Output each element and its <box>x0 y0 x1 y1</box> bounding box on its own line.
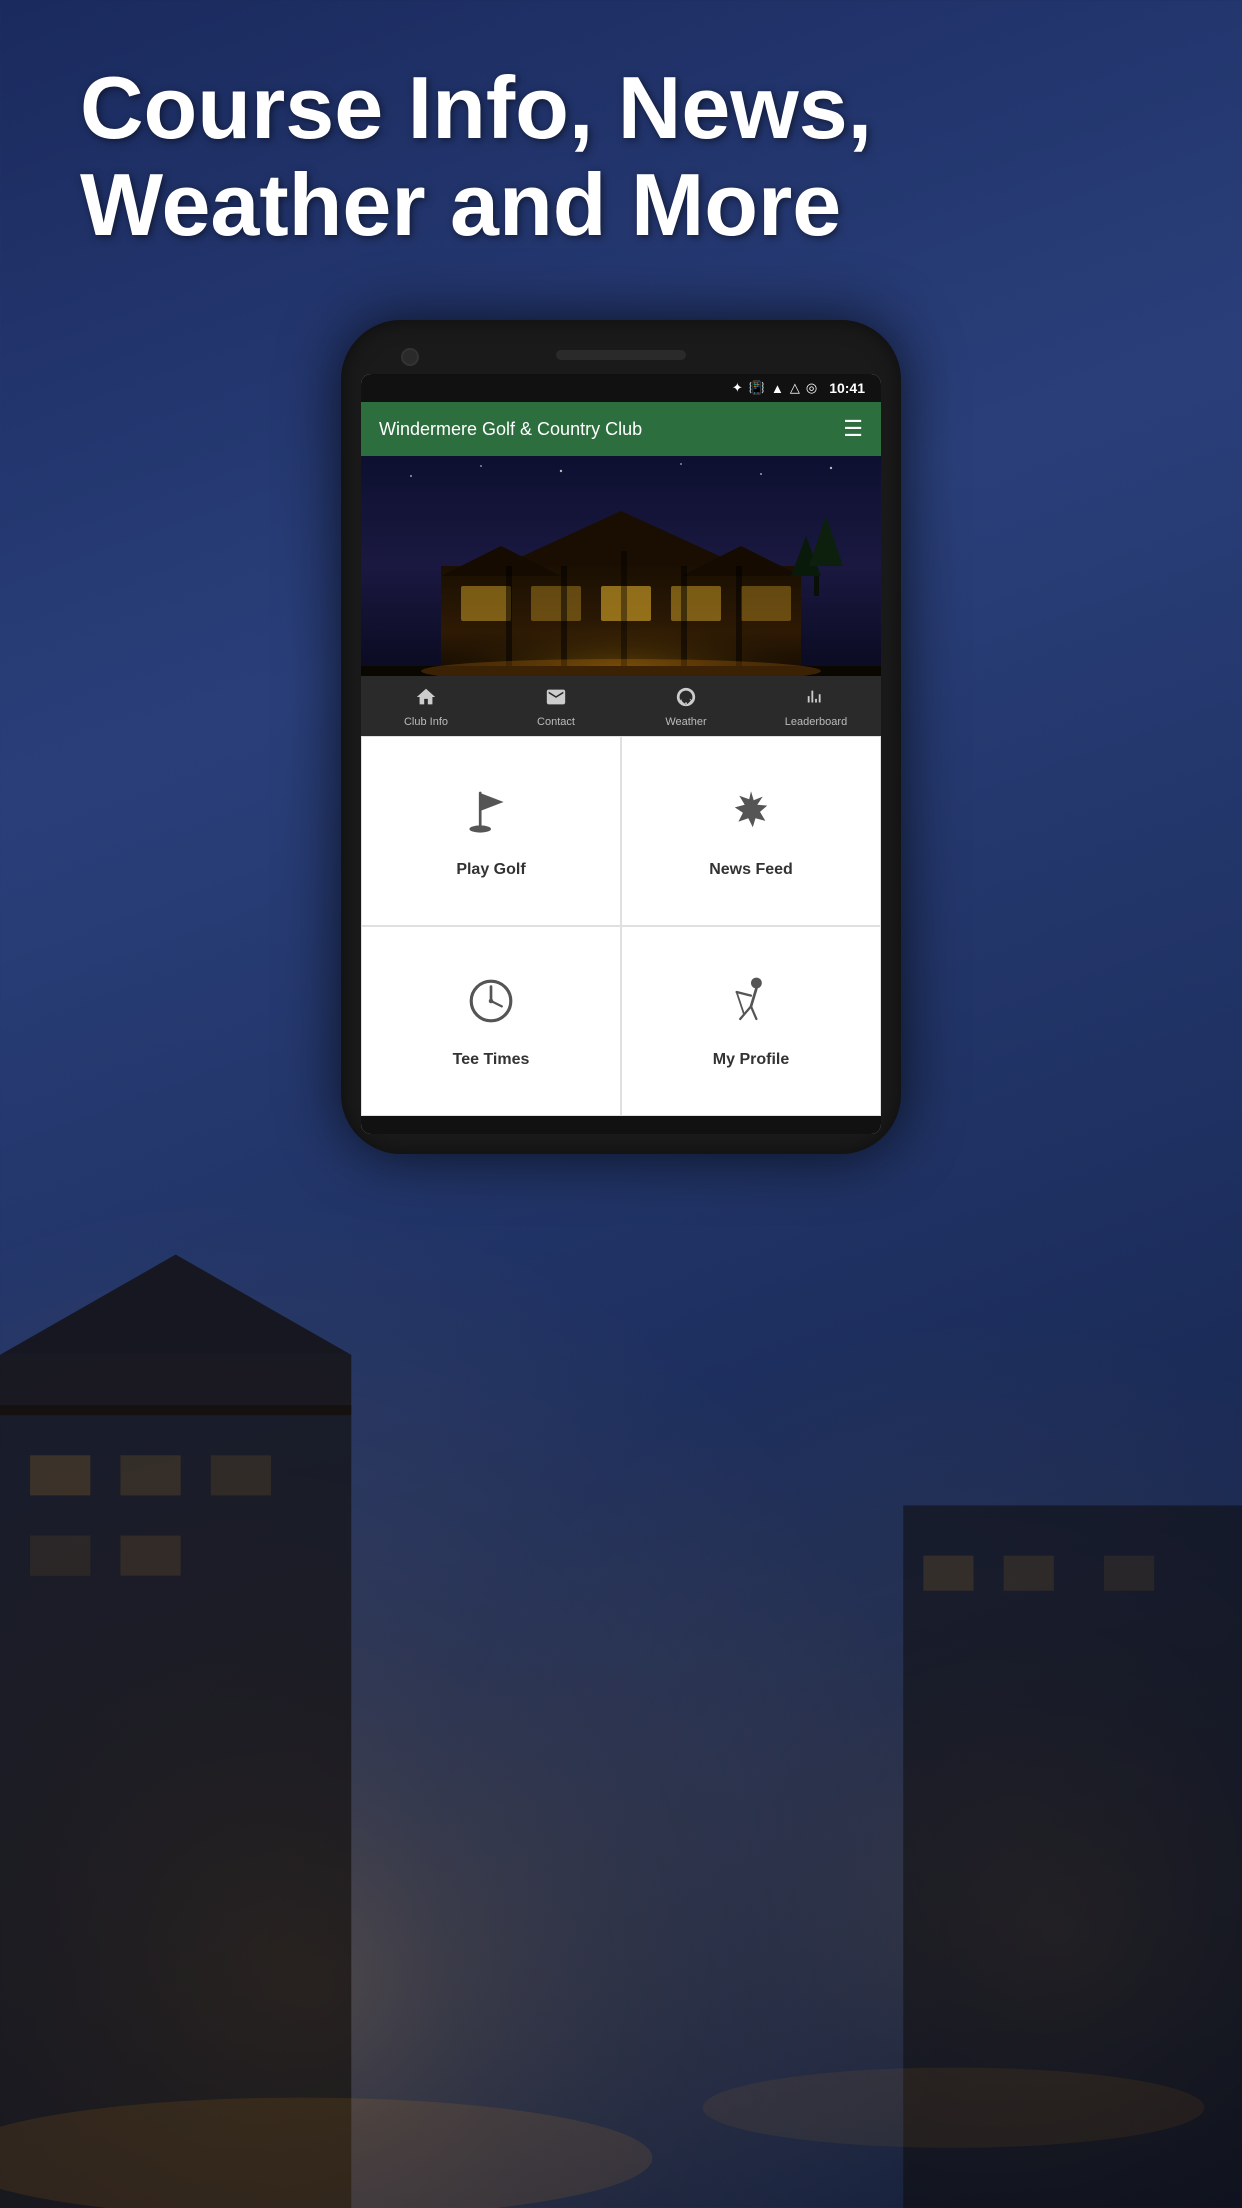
wifi-icon: ▲ <box>771 381 784 396</box>
nav-label-weather: Weather <box>665 716 706 728</box>
tee-times-icon <box>464 974 518 1037</box>
play-golf-label: Play Golf <box>456 861 525 879</box>
main-grid: Play Golf News Feed <box>361 736 881 1116</box>
phone-speaker <box>556 350 686 360</box>
status-time: 10:41 <box>829 380 865 396</box>
my-profile-icon <box>724 974 778 1037</box>
status-bar: ✦ 📳 ▲ △ ◎ 10:41 <box>361 374 881 402</box>
tee-times-label: Tee Times <box>453 1051 530 1069</box>
leaderboard-icon <box>805 686 827 712</box>
nav-label-contact: Contact <box>537 716 575 728</box>
grid-cell-my-profile[interactable]: My Profile <box>621 926 881 1116</box>
vibrate-icon: 📳 <box>749 380 765 396</box>
status-icons: ✦ 📳 ▲ △ ◎ <box>732 380 817 396</box>
contact-icon <box>545 686 567 712</box>
nav-tab-club-info[interactable]: Club Info <box>361 676 491 736</box>
nav-tab-leaderboard[interactable]: Leaderboard <box>751 676 881 736</box>
bluetooth-icon: ✦ <box>732 380 743 396</box>
weather-icon <box>675 686 697 712</box>
phone-mockup: ✦ 📳 ▲ △ ◎ 10:41 Windermere Golf & Countr… <box>341 320 901 1154</box>
phone-bottom-bar <box>361 1116 881 1134</box>
signal-icon: △ <box>790 380 800 396</box>
grid-cell-news-feed[interactable]: News Feed <box>621 736 881 926</box>
nav-tab-weather[interactable]: Weather <box>621 676 751 736</box>
phone-top-bar <box>361 340 881 374</box>
hero-image <box>361 456 881 676</box>
home-icon <box>415 686 437 712</box>
bottom-nav: Club Info Contact <box>361 676 881 736</box>
headline: Course Info, News, Weather and More <box>80 60 1162 254</box>
grid-cell-tee-times[interactable]: Tee Times <box>361 926 621 1116</box>
phone-screen: ✦ 📳 ▲ △ ◎ 10:41 Windermere Golf & Countr… <box>361 374 881 1134</box>
news-feed-label: News Feed <box>709 861 793 879</box>
nav-label-club-info: Club Info <box>404 716 448 728</box>
play-golf-icon <box>464 784 518 847</box>
hamburger-menu-button[interactable]: ☰ <box>843 416 863 442</box>
app-title: Windermere Golf & Country Club <box>379 419 642 440</box>
alarm-icon: ◎ <box>806 380 817 396</box>
grid-cell-play-golf[interactable]: Play Golf <box>361 736 621 926</box>
app-header: Windermere Golf & Country Club ☰ <box>361 402 881 456</box>
my-profile-label: My Profile <box>713 1051 789 1069</box>
nav-tab-contact[interactable]: Contact <box>491 676 621 736</box>
phone-camera <box>401 348 419 366</box>
nav-label-leaderboard: Leaderboard <box>785 716 847 728</box>
news-feed-icon <box>724 784 778 847</box>
